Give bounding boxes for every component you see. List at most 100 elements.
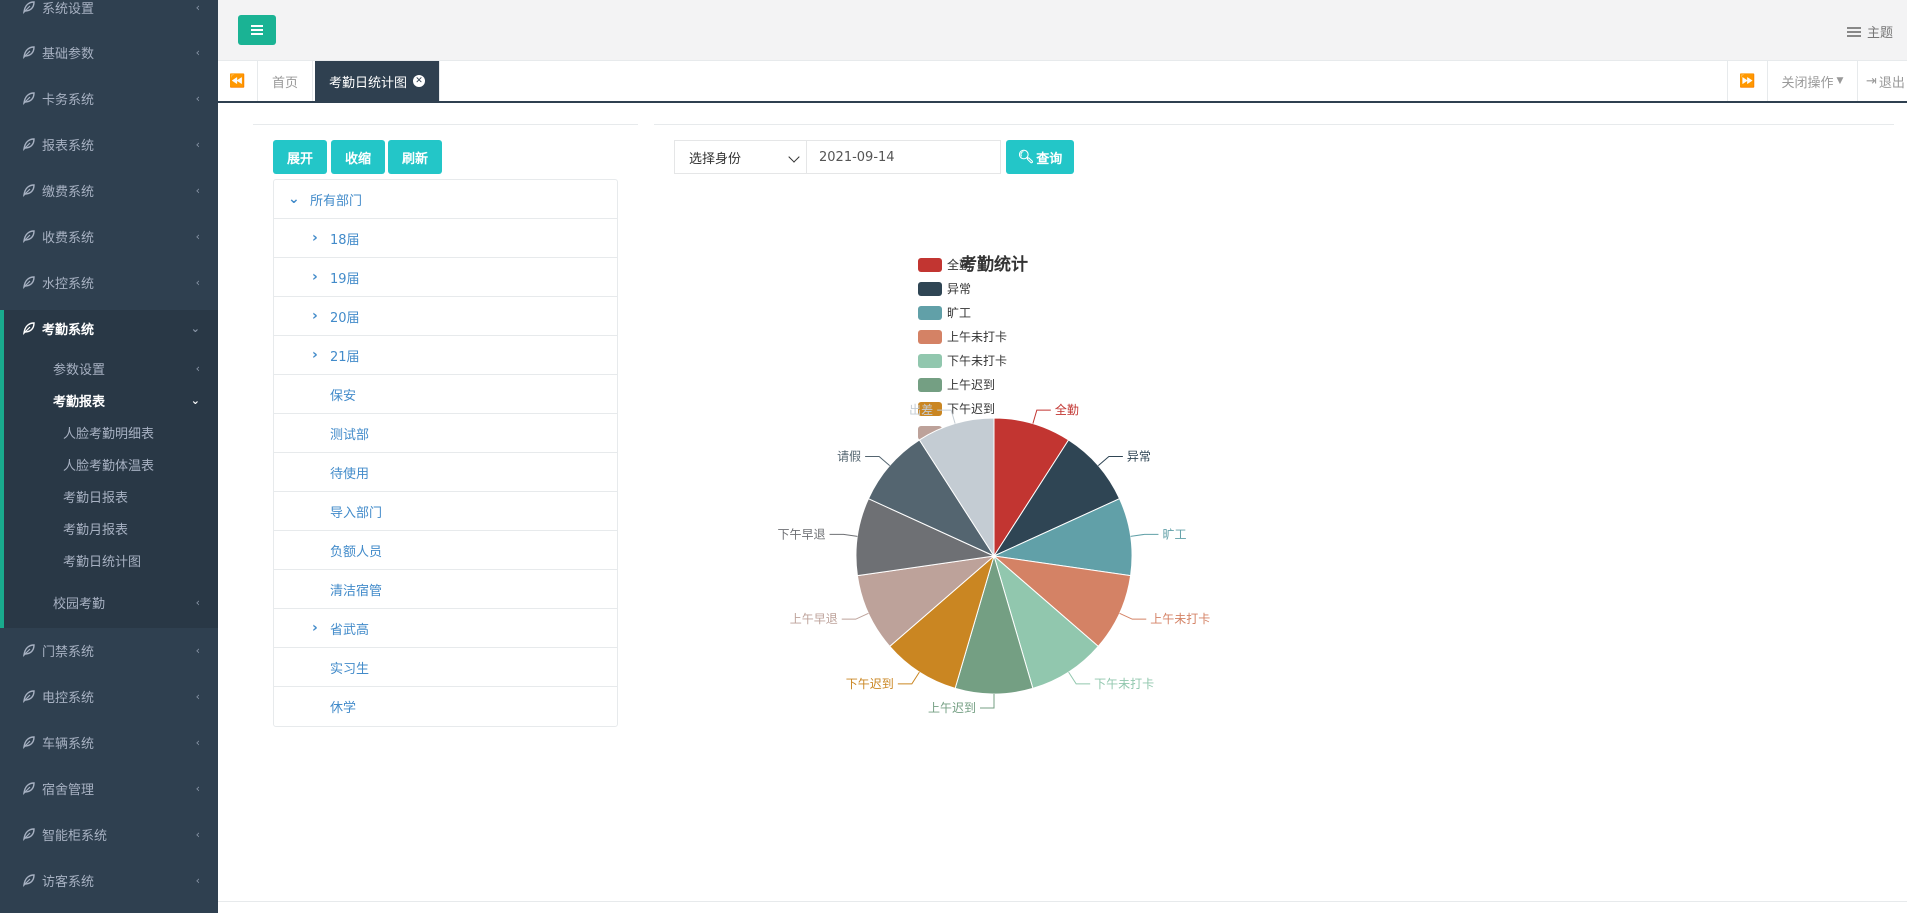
legend-label[interactable]: 上午未打卡 (947, 330, 1007, 344)
sidebar-item-11[interactable]: 宿舍管理 ‹ (0, 765, 218, 811)
sidebar-item-0[interactable]: 系统设置 ‹ (0, 0, 218, 30)
sidebar-item-3[interactable]: 报表系统 ‹ (0, 121, 218, 167)
chevron-left-icon: ‹ (195, 735, 200, 749)
leaf-icon (23, 184, 35, 197)
chevron-left-icon: ‹ (195, 643, 200, 657)
legend-label[interactable]: 异常 (947, 282, 971, 296)
double-chevron-right-icon: ⏩ (1739, 73, 1756, 89)
tab-scroll-left-button[interactable]: ⏪ (218, 61, 258, 101)
chevron-left-icon: ‹ (195, 275, 200, 289)
leaf-icon (23, 46, 35, 59)
pie-label-line (841, 612, 869, 620)
pie-label: 上午早退 (790, 612, 838, 626)
leaf-icon (23, 138, 35, 151)
leaf-icon (23, 644, 35, 657)
chevron-left-icon: ‹ (195, 827, 200, 841)
chevron-down-icon: ⌄ (190, 393, 200, 407)
pie-label: 上午迟到 (928, 701, 976, 715)
sidebar-subitem-label: 考勤日报表 (63, 490, 129, 506)
main-content: 展开 收缩 刷新 ⌄ 所有部门 › 18届 › 19届 › 20届 › 21届 保安 测试部 待使用 导入… (218, 103, 1907, 913)
sidebar-item-label: 基础参数 (42, 46, 95, 62)
chevron-left-icon: ‹ (195, 137, 200, 151)
sidebar-subitem-0[interactable]: 参数设置 ‹ (0, 353, 218, 383)
leaf-icon (23, 690, 35, 703)
chevron-left-icon: ‹ (195, 689, 200, 703)
tab-scroll-right-button[interactable]: ⏩ (1727, 61, 1767, 101)
sidebar-item-label: 报表系统 (42, 138, 95, 154)
sidebar-item-label: 宿舍管理 (42, 782, 95, 798)
sidebar-subitem-2[interactable]: 人脸考勤明细表 (0, 417, 218, 447)
legend-swatch[interactable] (918, 306, 942, 320)
sidebar-subitem-3[interactable]: 人脸考勤体温表 (0, 449, 218, 479)
sidebar-item-label: 电控系统 (42, 690, 95, 706)
sidebar-item-13[interactable]: 访客系统 ‹ (0, 857, 218, 903)
sidebar-item-12[interactable]: 智能柜系统 ‹ (0, 811, 218, 857)
chevron-left-icon: ‹ (195, 0, 200, 14)
sidebar-subitem-7[interactable]: 校园考勤 ‹ (0, 587, 218, 617)
sidebar-subitem-5[interactable]: 考勤月报表 (0, 513, 218, 543)
chevron-left-icon: ‹ (195, 45, 200, 59)
top-navbar: 主题 (218, 0, 1907, 61)
pie-label: 下午迟到 (846, 677, 894, 691)
sidebar-subitem-1[interactable]: 考勤报表 ⌄ (0, 385, 218, 415)
pie-label-line (1130, 533, 1159, 537)
legend-label[interactable]: 下午未打卡 (947, 354, 1007, 368)
sidebar-item-1[interactable]: 基础参数 ‹ (0, 29, 218, 75)
sidebar-item-label: 门禁系统 (42, 644, 95, 660)
sidebar-item-4[interactable]: 缴费系统 ‹ (0, 167, 218, 213)
sidebar-subitem-6[interactable]: 考勤日统计图 (0, 545, 218, 575)
leaf-icon (23, 322, 35, 335)
sidebar-item-5[interactable]: 收费系统 ‹ (0, 213, 218, 259)
sidebar-item-label: 收费系统 (42, 230, 95, 246)
sidebar-item-2[interactable]: 卡务系统 ‹ (0, 75, 218, 121)
pie-label: 全勤 (1055, 402, 1079, 417)
legend-swatch[interactable] (918, 282, 942, 296)
sidebar-item-8[interactable]: 门禁系统 ‹ (0, 627, 218, 673)
chevron-left-icon: ‹ (195, 91, 200, 105)
legend-swatch[interactable] (918, 354, 942, 368)
leaf-icon (23, 276, 35, 289)
sidebar-item-7[interactable]: 考勤系统 ⌄ (0, 305, 218, 351)
sidebar-subitem-label: 人脸考勤体温表 (63, 458, 155, 474)
sidebar-item-10[interactable]: 车辆系统 ‹ (0, 719, 218, 765)
sidebar-item-9[interactable]: 电控系统 ‹ (0, 673, 218, 719)
sidebar-subitem-4[interactable]: 考勤日报表 (0, 481, 218, 511)
sidebar-item-label: 系统设置 (42, 1, 95, 17)
chevron-left-icon: ‹ (195, 183, 200, 197)
pie-label: 请假 (837, 449, 861, 463)
legend-swatch[interactable] (918, 258, 942, 272)
tab-close-icon[interactable]: ✕ (413, 75, 426, 87)
leaf-icon (23, 92, 35, 105)
tab-home[interactable]: 首页 (258, 61, 314, 101)
tab-bar: ⏪ 首页 考勤日统计图 ✕ ⏩ 关闭操作 ▼ ⇥ 退出 (218, 61, 1907, 103)
logout-icon: ⇥ (1866, 73, 1877, 89)
theme-icon (1846, 26, 1861, 37)
chevron-left-icon: ‹ (195, 229, 200, 243)
pie-label-line (865, 455, 891, 467)
close-operations-dropdown[interactable]: 关闭操作 ▼ (1767, 61, 1857, 101)
pie-label-line (980, 694, 995, 709)
tab-home-label: 首页 (272, 75, 299, 91)
legend-label[interactable]: 下午迟到 (947, 402, 995, 416)
legend-swatch[interactable] (918, 330, 942, 344)
pie-label: 下午未打卡 (1094, 677, 1154, 691)
legend-label[interactable]: 上午迟到 (947, 378, 995, 392)
sidebar-item-6[interactable]: 水控系统 ‹ (0, 259, 218, 305)
pie-label-line (897, 671, 920, 685)
tab-attendance-daily-chart[interactable]: 考勤日统计图 ✕ (315, 61, 441, 101)
chevron-down-icon: ⌄ (190, 321, 200, 335)
legend-swatch[interactable] (918, 378, 942, 392)
leaf-icon (23, 828, 35, 841)
legend-label[interactable]: 全勤 (947, 257, 971, 272)
sidebar: 系统设置 ‹ 基础参数 ‹ 卡务系统 ‹ 报表系统 ‹ 缴费系统 ‹ 收费系统 ‹ 水控系统 ‹ 考勤系统 ⌄… (0, 0, 218, 913)
logout-button[interactable]: ⇥ 退出 (1857, 61, 1907, 101)
sidebar-subitem-label: 考勤报表 (53, 394, 106, 410)
chevron-left-icon: ‹ (195, 873, 200, 887)
legend-label[interactable]: 旷工 (947, 306, 971, 320)
pie-label-line (1068, 671, 1091, 685)
double-chevron-left-icon: ⏪ (229, 73, 246, 89)
theme-button[interactable]: 主题 (1846, 22, 1893, 41)
sidebar-item-label: 卡务系统 (42, 92, 95, 108)
menu-toggle-button[interactable] (238, 15, 276, 45)
chevron-left-icon: ‹ (195, 361, 200, 375)
